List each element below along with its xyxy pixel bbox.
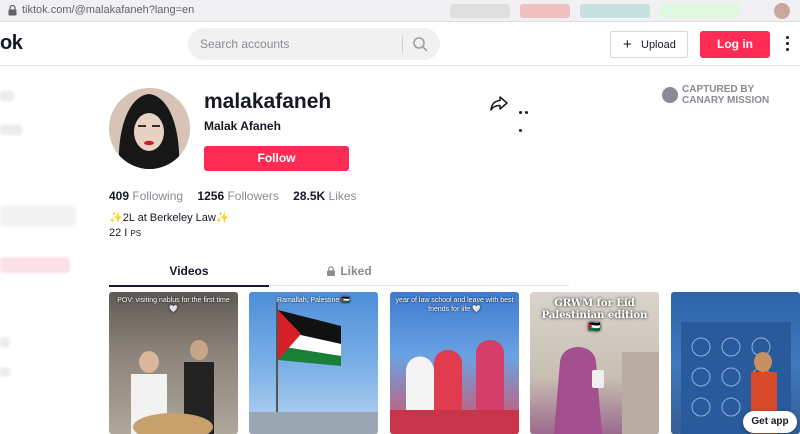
upload-label: Upload: [641, 39, 676, 51]
profile-stats: 409 Following 1256 Followers 28.5K Likes: [109, 189, 368, 203]
lock-icon: [8, 5, 17, 16]
profile-avatar-icon[interactable]: [774, 3, 790, 19]
followers-label: Followers: [227, 189, 279, 203]
blurred-bookmark: [660, 4, 740, 18]
blurred-bookmark: [520, 4, 570, 18]
browser-address-bar[interactable]: tiktok.com/@malakafaneh?lang=en: [0, 0, 800, 22]
tiktok-logo[interactable]: ok: [0, 32, 23, 55]
get-app-button[interactable]: Get app: [743, 411, 797, 433]
sidebar-item[interactable]: [0, 367, 10, 377]
video-caption: GRWM for Eid Palestinian edition 🇵🇸: [541, 298, 648, 333]
following-count[interactable]: 409: [109, 189, 129, 203]
video-caption: POV: visiting nablus for the first time …: [117, 297, 230, 313]
sidebar-item[interactable]: [0, 337, 10, 347]
more-vertical-icon[interactable]: [786, 36, 790, 54]
video-caption: Ramallah, Palestine 🇵🇸: [277, 297, 350, 304]
more-horizontal-icon[interactable]: [519, 101, 535, 132]
video-thumbnail[interactable]: POV: visiting nablus for the first time …: [109, 292, 238, 434]
likes-label: Likes: [328, 189, 357, 203]
tab-videos-label: Videos: [169, 264, 209, 278]
sidebar-item[interactable]: [0, 257, 70, 273]
sidebar-item[interactable]: [0, 205, 76, 227]
search-bar[interactable]: Search accounts: [188, 28, 440, 60]
captured-line-2: CANARY MISSION: [682, 95, 770, 106]
plus-icon: +: [623, 36, 632, 53]
palestine-flag-image: [278, 310, 341, 366]
login-button[interactable]: Log in: [700, 31, 770, 58]
search-icon[interactable]: [412, 36, 428, 52]
sidebar-item[interactable]: [0, 91, 14, 101]
clock-icon: [662, 87, 678, 103]
upload-button[interactable]: + Upload: [610, 31, 688, 58]
follow-button[interactable]: Follow: [204, 146, 349, 171]
video-scene: [249, 302, 378, 434]
sidebar: [0, 67, 90, 434]
blurred-bookmark: [580, 4, 650, 18]
profile-bio-line-1: ✨2L at Berkeley Law✨: [109, 212, 230, 224]
avatar-image: [109, 88, 190, 169]
profile-username: malakafaneh: [204, 90, 332, 113]
lock-icon: [327, 266, 336, 276]
search-input[interactable]: Search accounts: [200, 37, 289, 51]
tab-videos[interactable]: Videos: [109, 256, 269, 287]
video-thumbnail[interactable]: GRWM for Eid Palestinian edition 🇵🇸: [530, 292, 659, 434]
sidebar-item[interactable]: [0, 125, 22, 135]
top-header: ok Search accounts + Upload Log in: [0, 22, 800, 66]
video-thumbnail[interactable]: year of law school and leave with best f…: [390, 292, 519, 434]
likes-count: 28.5K: [293, 189, 326, 203]
share-icon[interactable]: [490, 95, 508, 111]
video-caption: year of law school and leave with best f…: [395, 297, 514, 313]
url-text[interactable]: tiktok.com/@malakafaneh?lang=en: [22, 4, 194, 16]
tab-liked-label: Liked: [340, 264, 372, 278]
blurred-bookmark: [450, 4, 510, 18]
captured-line-1: CAPTURED BY: [682, 84, 755, 95]
bio-flag-text: PS: [130, 229, 142, 238]
search-divider: [402, 36, 403, 53]
following-label: Following: [132, 189, 184, 203]
tab-liked[interactable]: Liked: [269, 256, 429, 286]
profile-bio-line-2: 22 I PS: [109, 227, 141, 239]
profile-nickname: Malak Afaneh: [204, 119, 281, 133]
bio-text: 22 I: [109, 227, 131, 239]
active-tab-underline: [109, 285, 269, 287]
followers-count[interactable]: 1256: [197, 189, 224, 203]
video-thumbnail[interactable]: Ramallah, Palestine 🇵🇸: [249, 292, 378, 434]
profile-tabs: Videos Liked: [109, 256, 569, 287]
profile-avatar: [109, 88, 190, 169]
